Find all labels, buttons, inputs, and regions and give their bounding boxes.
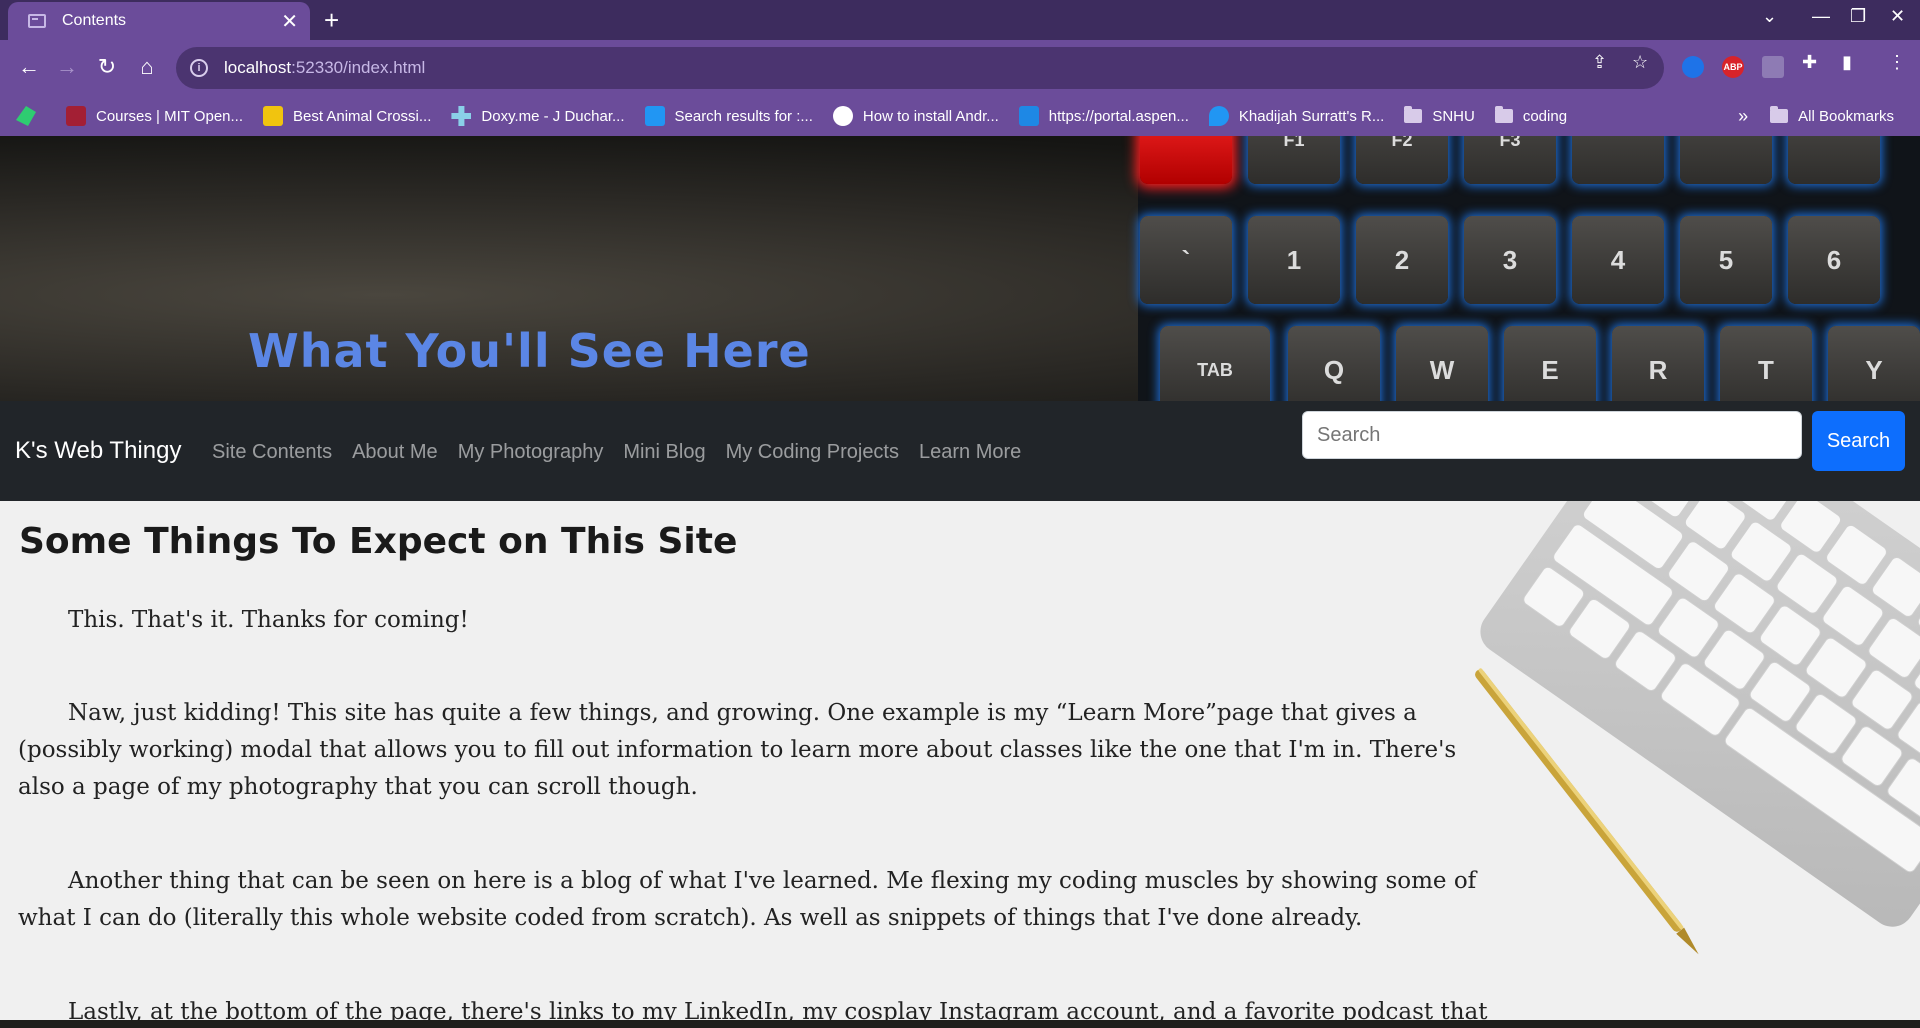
window-bottom-edge [0,1020,1920,1028]
bookmark-item[interactable]: Courses | MIT Open... [66,106,243,126]
keyboard-image: F1 F2 F3 ` 1 2 3 4 5 6 TAB Q W E R T Y [1138,136,1920,401]
keyboard-key: W [1396,326,1488,401]
keyboard-key [1572,136,1664,184]
bookmark-item[interactable] [16,106,46,126]
browser-menu-icon[interactable]: ⋮ [1888,52,1906,73]
phone-icon [644,106,665,126]
main-content: Some Things To Expect on This Site This.… [0,501,1920,1028]
browser-toolbar: ← → ↻ ⌂ i localhost:52330/index.html ⇪ ☆… [0,40,1920,96]
nav-links: Site Contents About Me My Photography Mi… [212,441,1041,464]
share-icon[interactable]: ⇪ [1592,52,1607,73]
minimize-button[interactable]: — [1812,6,1830,27]
browser-tabstrip: Contents ✕ + ⌄ — ❐ ✕ [0,0,1920,40]
nav-link-my-photography[interactable]: My Photography [458,441,604,464]
keyboard-key: T [1720,326,1812,401]
adblock-plus-icon[interactable]: ABP [1722,56,1744,78]
keyboard-key: Y [1828,326,1920,401]
hero-title: What You'll See Here [248,324,811,378]
feather-icon [16,106,36,126]
keyboard-key [1140,136,1232,184]
all-bookmarks-button[interactable]: All Bookmarks [1770,106,1894,125]
section-heading: Some Things To Expect on This Site [19,521,738,562]
nav-link-learn-more[interactable]: Learn More [919,441,1021,464]
clock-icon [832,106,853,126]
back-button[interactable]: ← [14,52,44,82]
folder-icon [1404,106,1423,123]
keyboard-key: 6 [1788,216,1880,304]
keyboard-key: R [1612,326,1704,401]
bookmark-item[interactable]: Khadijah Surratt's R... [1208,106,1384,126]
new-tab-button[interactable]: + [324,6,339,34]
extension-dropbox-icon[interactable] [1762,56,1784,78]
bookmarks-overflow-icon[interactable]: » [1738,106,1748,127]
bookmark-star-icon[interactable]: ☆ [1632,52,1648,73]
keyboard-key [1788,136,1880,184]
flame-icon [1208,106,1229,126]
forward-button[interactable]: → [52,52,82,82]
paragraph: This. That's it. Thanks for coming! [68,607,469,633]
hero-banner: F1 F2 F3 ` 1 2 3 4 5 6 TAB Q W E R T Y W… [0,136,1920,401]
reload-button[interactable]: ↻ [92,52,122,82]
address-bar[interactable]: i localhost:52330/index.html [176,47,1664,89]
tab-title: Contents [62,12,127,29]
close-window-button[interactable]: ✕ [1890,6,1905,27]
keyboard-key: F2 [1356,136,1448,184]
folder-icon [1494,106,1513,123]
home-button[interactable]: ⌂ [132,52,162,82]
aspen-icon [1018,106,1039,126]
keyboard-key: 3 [1464,216,1556,304]
bookmark-item[interactable]: https://portal.aspen... [1018,106,1189,126]
extension-gem-icon[interactable] [1682,56,1704,78]
page-favicon-icon [28,14,46,28]
bookmarks-right: » All Bookmarks [1738,96,1894,136]
search-button[interactable]: Search [1812,411,1905,471]
site-info-icon[interactable]: i [190,59,208,77]
search-input[interactable] [1302,411,1802,459]
keyboard-key [1680,136,1772,184]
bookmarks-bar: Courses | MIT Open... Best Animal Crossi… [0,96,1920,136]
keyboard-key: 1 [1248,216,1340,304]
bookmark-item[interactable]: Search results for :... [644,106,813,126]
keyboard-key: TAB [1160,326,1270,401]
keyboard-key: ` [1140,216,1232,304]
keyboard-key: F3 [1464,136,1556,184]
maximize-button[interactable]: ❐ [1850,6,1866,27]
bookmark-folder[interactable]: coding [1494,106,1567,125]
bookmark-item[interactable]: Best Animal Crossi... [263,106,431,126]
paragraph: Naw, just kidding! This site has quite a… [18,700,1457,800]
browser-tab[interactable]: Contents ✕ [8,2,310,40]
keyboard-key: 4 [1572,216,1664,304]
tab-search-dropdown-icon[interactable]: ⌄ [1762,6,1777,27]
url-host: localhost [224,58,292,77]
folder-icon [1770,106,1789,123]
tab-close-icon[interactable]: ✕ [281,9,298,34]
paragraph: Another thing that can be seen on here i… [18,868,1477,931]
bookmark-item[interactable]: Doxy.me - J Duchar... [451,106,625,126]
keyboard-key: E [1504,326,1596,401]
nav-link-my-coding-projects[interactable]: My Coding Projects [726,441,899,464]
side-panel-icon[interactable]: ▮ [1842,52,1852,73]
nav-link-about-me[interactable]: About Me [352,441,438,464]
site-brand[interactable]: K's Web Thingy [15,437,181,465]
nav-link-site-contents[interactable]: Site Contents [212,441,332,464]
keyboard-key: Q [1288,326,1380,401]
im-icon [263,106,284,126]
bookmark-item[interactable]: How to install Andr... [832,106,999,126]
url-path: :52330/index.html [291,58,426,77]
keyboard-key: 5 [1680,216,1772,304]
doxy-icon [451,106,472,126]
keyboard-key: 2 [1356,216,1448,304]
bookmark-folder[interactable]: SNHU [1404,106,1475,125]
nav-link-mini-blog[interactable]: Mini Blog [623,441,705,464]
mit-ocw-icon [66,106,86,126]
keyboard-key: F1 [1248,136,1340,184]
extensions-puzzle-icon[interactable]: ✚ [1802,52,1817,73]
